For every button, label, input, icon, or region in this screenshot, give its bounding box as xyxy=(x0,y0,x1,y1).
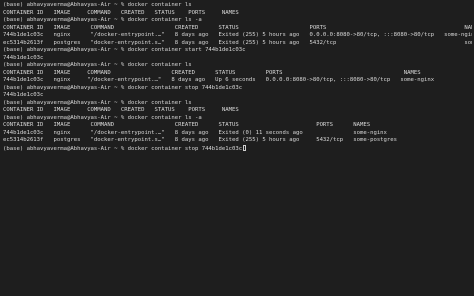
terminal-prompt-line: (base) abhavyaverma@Abhavyas-Air ~ % doc… xyxy=(3,62,472,70)
line-text: (base) abhavyaverma@Abhavyas-Air ~ % doc… xyxy=(3,62,192,68)
line-text: (base) abhavyaverma@Abhavyas-Air ~ % doc… xyxy=(3,99,192,106)
terminal-prompt-line: (base) abhavyaverma@Abhavyas-Air ~ % doc… xyxy=(3,2,472,10)
terminal-prompt-line: (base) abhavyaverma@Abhavyas-Air ~ % doc… xyxy=(3,47,472,55)
terminal-output-line: ec5314b2613f postgres "docker-entrypoint… xyxy=(3,137,472,145)
terminal-output-line: CONTAINER ID IMAGE COMMAND CREATED STATU… xyxy=(3,25,472,33)
line-text: CONTAINER ID IMAGE COMMAND CREATED STATU… xyxy=(3,9,239,16)
line-text: CONTAINER ID IMAGE COMMAND CREATED STATU… xyxy=(3,24,472,31)
terminal-prompt-line: (base) abhavyaverma@Abhavyas-Air ~ % doc… xyxy=(3,115,472,123)
line-text: (base) abhavyaverma@Abhavyas-Air ~ % doc… xyxy=(3,84,243,91)
line-text: ec5314b2613f postgres "docker-entrypoint… xyxy=(3,39,472,46)
line-text: 744b1de1c03c nginx "/docker-entrypoint.…… xyxy=(3,32,472,38)
line-text: CONTAINER ID IMAGE COMMAND CREATED STATU… xyxy=(3,122,371,128)
terminal-output-line: 744b1de1c03c nginx "/docker-entrypoint.…… xyxy=(3,130,472,138)
terminal-output-line: CONTAINER ID IMAGE COMMAND CREATED STATU… xyxy=(3,122,472,130)
terminal-output-line: 744b1de1c03c xyxy=(3,92,472,100)
terminal-window[interactable]: (base) abhavyaverma@Abhavyas-Air ~ % doc… xyxy=(0,0,474,296)
terminal-output-line: CONTAINER ID IMAGE COMMAND CREATED STATU… xyxy=(3,70,472,78)
terminal-output-line: 744b1de1c03c nginx "/docker-entrypoint.…… xyxy=(3,32,472,40)
line-text: ec5314b2613f postgres "docker-entrypoint… xyxy=(3,137,398,143)
terminal-prompt-line: (base) abhavyaverma@Abhavyas-Air ~ % doc… xyxy=(3,100,472,108)
terminal-output-line: CONTAINER ID IMAGE COMMAND CREATED STATU… xyxy=(3,107,472,115)
terminal-prompt-line: (base) abhavyaverma@Abhavyas-Air ~ % doc… xyxy=(3,17,472,25)
terminal-output-line: 744b1de1c03c xyxy=(3,55,472,63)
line-text: CONTAINER ID IMAGE COMMAND CREATED STATU… xyxy=(3,107,239,113)
terminal-prompt-line: (base) abhavyaverma@Abhavyas-Air ~ % doc… xyxy=(3,144,472,153)
line-text: (base) abhavyaverma@Abhavyas-Air ~ % doc… xyxy=(3,17,202,23)
line-text: 744b1de1c03c xyxy=(3,92,44,98)
line-text: 744b1de1c03c xyxy=(3,54,44,61)
line-text: 744b1de1c03c nginx "/docker-entrypoint.…… xyxy=(3,77,435,83)
terminal-output-line: 744b1de1c03c nginx "/docker-entrypoint.…… xyxy=(3,77,472,85)
line-text: (base) abhavyaverma@Abhavyas-Air ~ % doc… xyxy=(3,145,243,152)
terminal-prompt-line: (base) abhavyaverma@Abhavyas-Air ~ % doc… xyxy=(3,85,472,93)
line-text: (base) abhavyaverma@Abhavyas-Air ~ % doc… xyxy=(3,47,246,53)
text-cursor xyxy=(242,144,246,151)
line-text: CONTAINER ID IMAGE COMMAND CREATED STATU… xyxy=(3,69,421,76)
line-text: (base) abhavyaverma@Abhavyas-Air ~ % doc… xyxy=(3,2,192,8)
terminal-screen: (base) abhavyaverma@Abhavyas-Air ~ % doc… xyxy=(3,2,472,152)
terminal-output-line: ec5314b2613f postgres "docker-entrypoint… xyxy=(3,40,472,48)
line-text: (base) abhavyaverma@Abhavyas-Air ~ % doc… xyxy=(3,114,202,121)
line-text: 744b1de1c03c nginx "/docker-entrypoint.…… xyxy=(3,129,387,136)
terminal-output-line: CONTAINER ID IMAGE COMMAND CREATED STATU… xyxy=(3,10,472,18)
